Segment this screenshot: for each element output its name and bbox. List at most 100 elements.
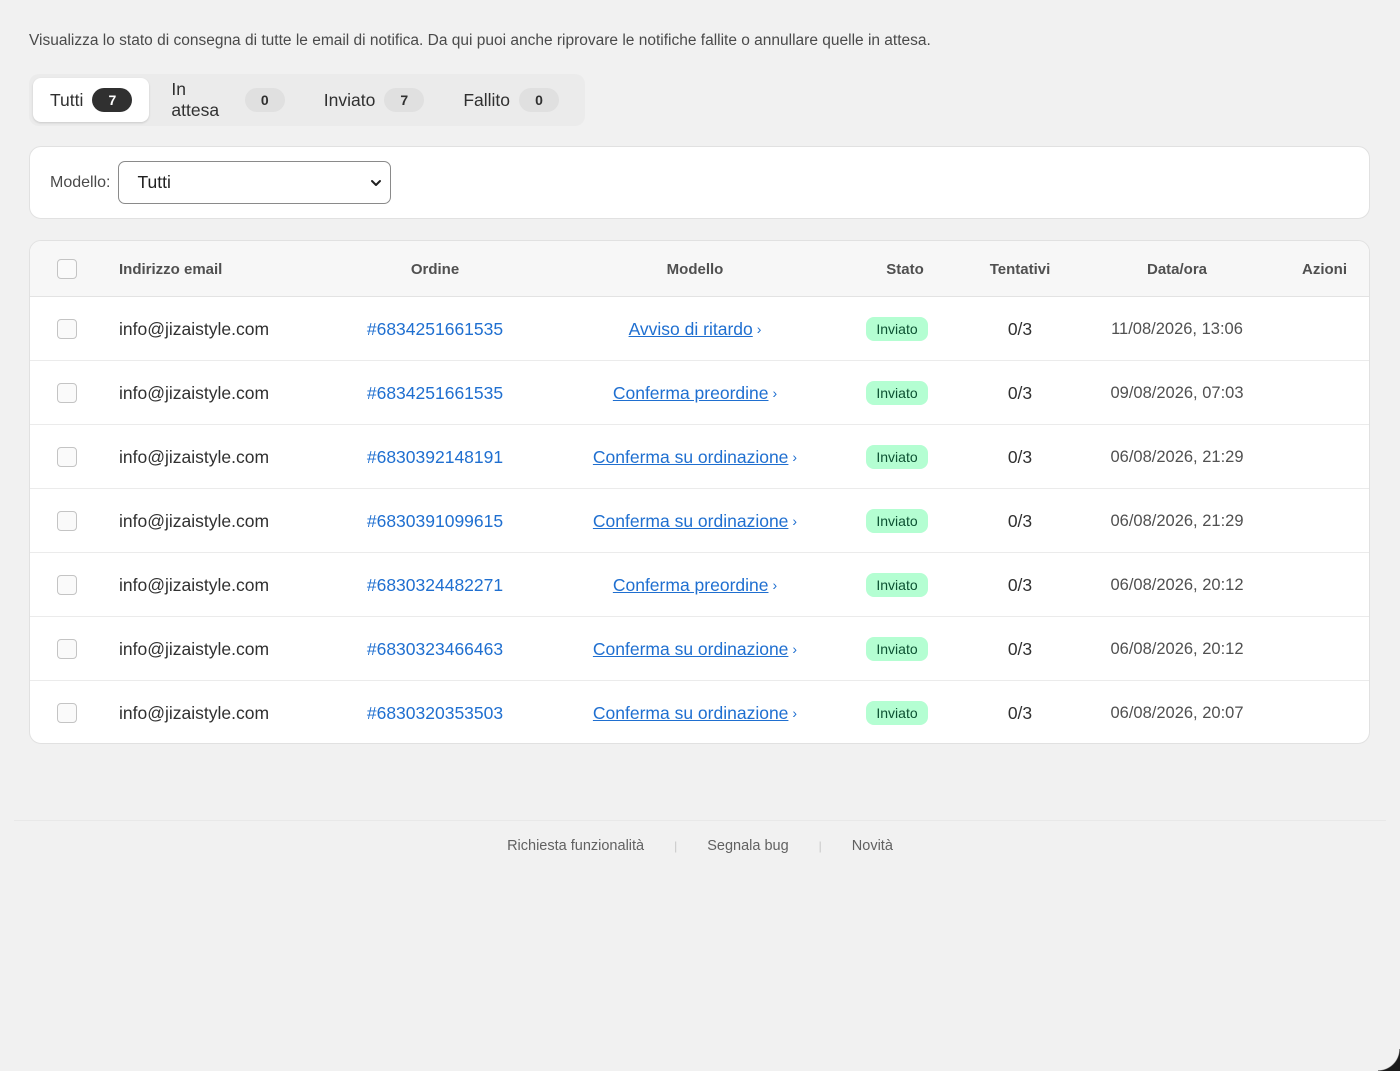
page-description: Visualizza lo stato di consegna di tutte… (29, 32, 931, 49)
header-order: Ordine (410, 260, 460, 278)
status-badge: Inviato (866, 381, 928, 405)
model-link[interactable]: Conferma su ordinazione (593, 639, 789, 660)
chevron-right-icon: › (792, 641, 798, 657)
tab-tutti[interactable]: Tutti 7 (33, 78, 150, 122)
status-cell: Inviato (847, 361, 947, 425)
order-link[interactable]: #6830392148191 (367, 447, 503, 468)
tab-fallito[interactable]: Fallito 0 (446, 78, 576, 122)
model-filter-select[interactable]: Tutti (118, 161, 392, 204)
order-cell: #6830320353503 (335, 681, 535, 743)
table-row: info@jizaistyle.com #6834251661535 Conferm… (30, 361, 1369, 425)
model-cell: Conferma su ordinazione › (535, 617, 855, 681)
actions-cell (1302, 617, 1362, 681)
row-checkbox-cell (57, 361, 77, 425)
row-checkbox-cell (57, 617, 77, 681)
order-link[interactable]: #6830324482271 (367, 575, 503, 596)
datetime-cell: 06/08/2026, 20:12 (1110, 575, 1244, 594)
model-cell: Conferma su ordinazione › (535, 489, 855, 553)
status-cell: Inviato (847, 297, 947, 361)
row-checkbox-cell (57, 297, 77, 361)
tab-label: Fallito (463, 89, 510, 110)
chevron-down-icon (371, 179, 382, 186)
row-checkbox[interactable] (57, 383, 77, 403)
model-cell: Conferma su ordinazione › (535, 681, 855, 743)
order-link[interactable]: #6830323466463 (367, 639, 503, 660)
header-actions: Azioni (1302, 260, 1347, 278)
tab-label: Tutti (50, 89, 84, 110)
header-model: Modello (666, 260, 724, 278)
model-link[interactable]: Conferma su ordinazione (593, 703, 789, 724)
attempts-cell: 0/3 (1007, 382, 1033, 403)
table-row: info@jizaistyle.com #6834251661535 Avviso … (30, 297, 1369, 361)
order-cell: #6830391099615 (335, 489, 535, 553)
select-all-checkbox[interactable] (57, 259, 77, 279)
row-checkbox[interactable] (57, 575, 77, 595)
status-badge: Inviato (866, 445, 928, 469)
row-checkbox-cell (57, 553, 77, 617)
order-cell: #6830392148191 (335, 425, 535, 489)
row-checkbox-cell (57, 681, 77, 743)
table-row: info@jizaistyle.com #6830320353503 Conferm… (30, 681, 1369, 743)
count-badge: 7 (384, 88, 425, 112)
attempts-cell: 0/3 (1007, 318, 1033, 339)
chevron-right-icon: › (756, 321, 762, 337)
model-filter-value: Tutti (137, 172, 171, 192)
datetime-cell: 06/08/2026, 21:29 (1110, 447, 1244, 466)
tab-label: In attesa (171, 79, 220, 120)
row-checkbox[interactable] (57, 703, 77, 723)
filter-card: Modello: Tutti (29, 146, 1370, 219)
header-attempts: Tentativi (989, 260, 1051, 278)
notifications-table: Indirizzo email Ordine Modello Stato Ten… (29, 240, 1370, 744)
chevron-right-icon: › (792, 705, 798, 721)
status-cell: Inviato (847, 489, 947, 553)
model-link[interactable]: Conferma su ordinazione (593, 447, 789, 468)
whats-new-link[interactable]: Novità (852, 838, 893, 854)
order-link[interactable]: #6834251661535 (367, 383, 503, 404)
datetime-cell: 11/08/2026, 13:06 (1111, 319, 1243, 338)
model-cell: Conferma su ordinazione › (535, 425, 855, 489)
model-cell: Conferma preordine › (535, 553, 855, 617)
header-datetime: Data/ora (1146, 260, 1208, 278)
attempts-cell: 0/3 (1007, 574, 1033, 595)
actions-cell (1302, 361, 1362, 425)
row-checkbox[interactable] (57, 319, 77, 339)
model-link[interactable]: Avviso di ritardo (629, 319, 753, 340)
feature-request-link[interactable]: Richiesta funzionalità (507, 838, 644, 854)
model-link[interactable]: Conferma preordine (613, 575, 769, 596)
status-badge: Inviato (866, 509, 928, 533)
actions-cell (1302, 553, 1362, 617)
row-checkbox-cell (57, 489, 77, 553)
tab-inviato[interactable]: Inviato 7 (307, 78, 442, 122)
order-cell: #6830324482271 (335, 553, 535, 617)
row-checkbox[interactable] (57, 511, 77, 531)
chevron-right-icon: › (772, 577, 778, 593)
order-link[interactable]: #6830391099615 (367, 511, 503, 532)
email-cell: info@jizaistyle.com (119, 638, 270, 659)
row-checkbox[interactable] (57, 639, 77, 659)
order-link[interactable]: #6834251661535 (367, 319, 503, 340)
model-link[interactable]: Conferma preordine (613, 383, 769, 404)
table-row: info@jizaistyle.com #6830392148191 Conferm… (30, 425, 1369, 489)
table-body: info@jizaistyle.com #6834251661535 Avviso … (30, 297, 1369, 743)
tab-in-attesa[interactable]: In attesa 0 (154, 78, 301, 122)
actions-cell (1302, 489, 1362, 553)
order-cell: #6834251661535 (335, 297, 535, 361)
order-cell: #6834251661535 (335, 361, 535, 425)
status-badge: Inviato (866, 317, 928, 341)
tab-label: Inviato (323, 89, 376, 110)
footer-links: Richiesta funzionalità | Segnala bug | N… (0, 838, 1400, 854)
count-badge: 7 (92, 88, 133, 112)
actions-cell (1302, 681, 1362, 743)
report-bug-link[interactable]: Segnala bug (707, 838, 788, 854)
status-badge: Inviato (866, 573, 928, 597)
order-link[interactable]: #6830320353503 (367, 703, 503, 724)
status-cell: Inviato (847, 553, 947, 617)
footer-separator: | (674, 839, 678, 853)
row-checkbox[interactable] (57, 447, 77, 467)
model-link[interactable]: Conferma su ordinazione (593, 511, 789, 532)
header-status: Stato (886, 260, 924, 278)
table-row: info@jizaistyle.com #6830391099615 Conferm… (30, 489, 1369, 553)
actions-cell (1302, 425, 1362, 489)
model-cell: Avviso di ritardo › (535, 297, 855, 361)
order-cell: #6830323466463 (335, 617, 535, 681)
